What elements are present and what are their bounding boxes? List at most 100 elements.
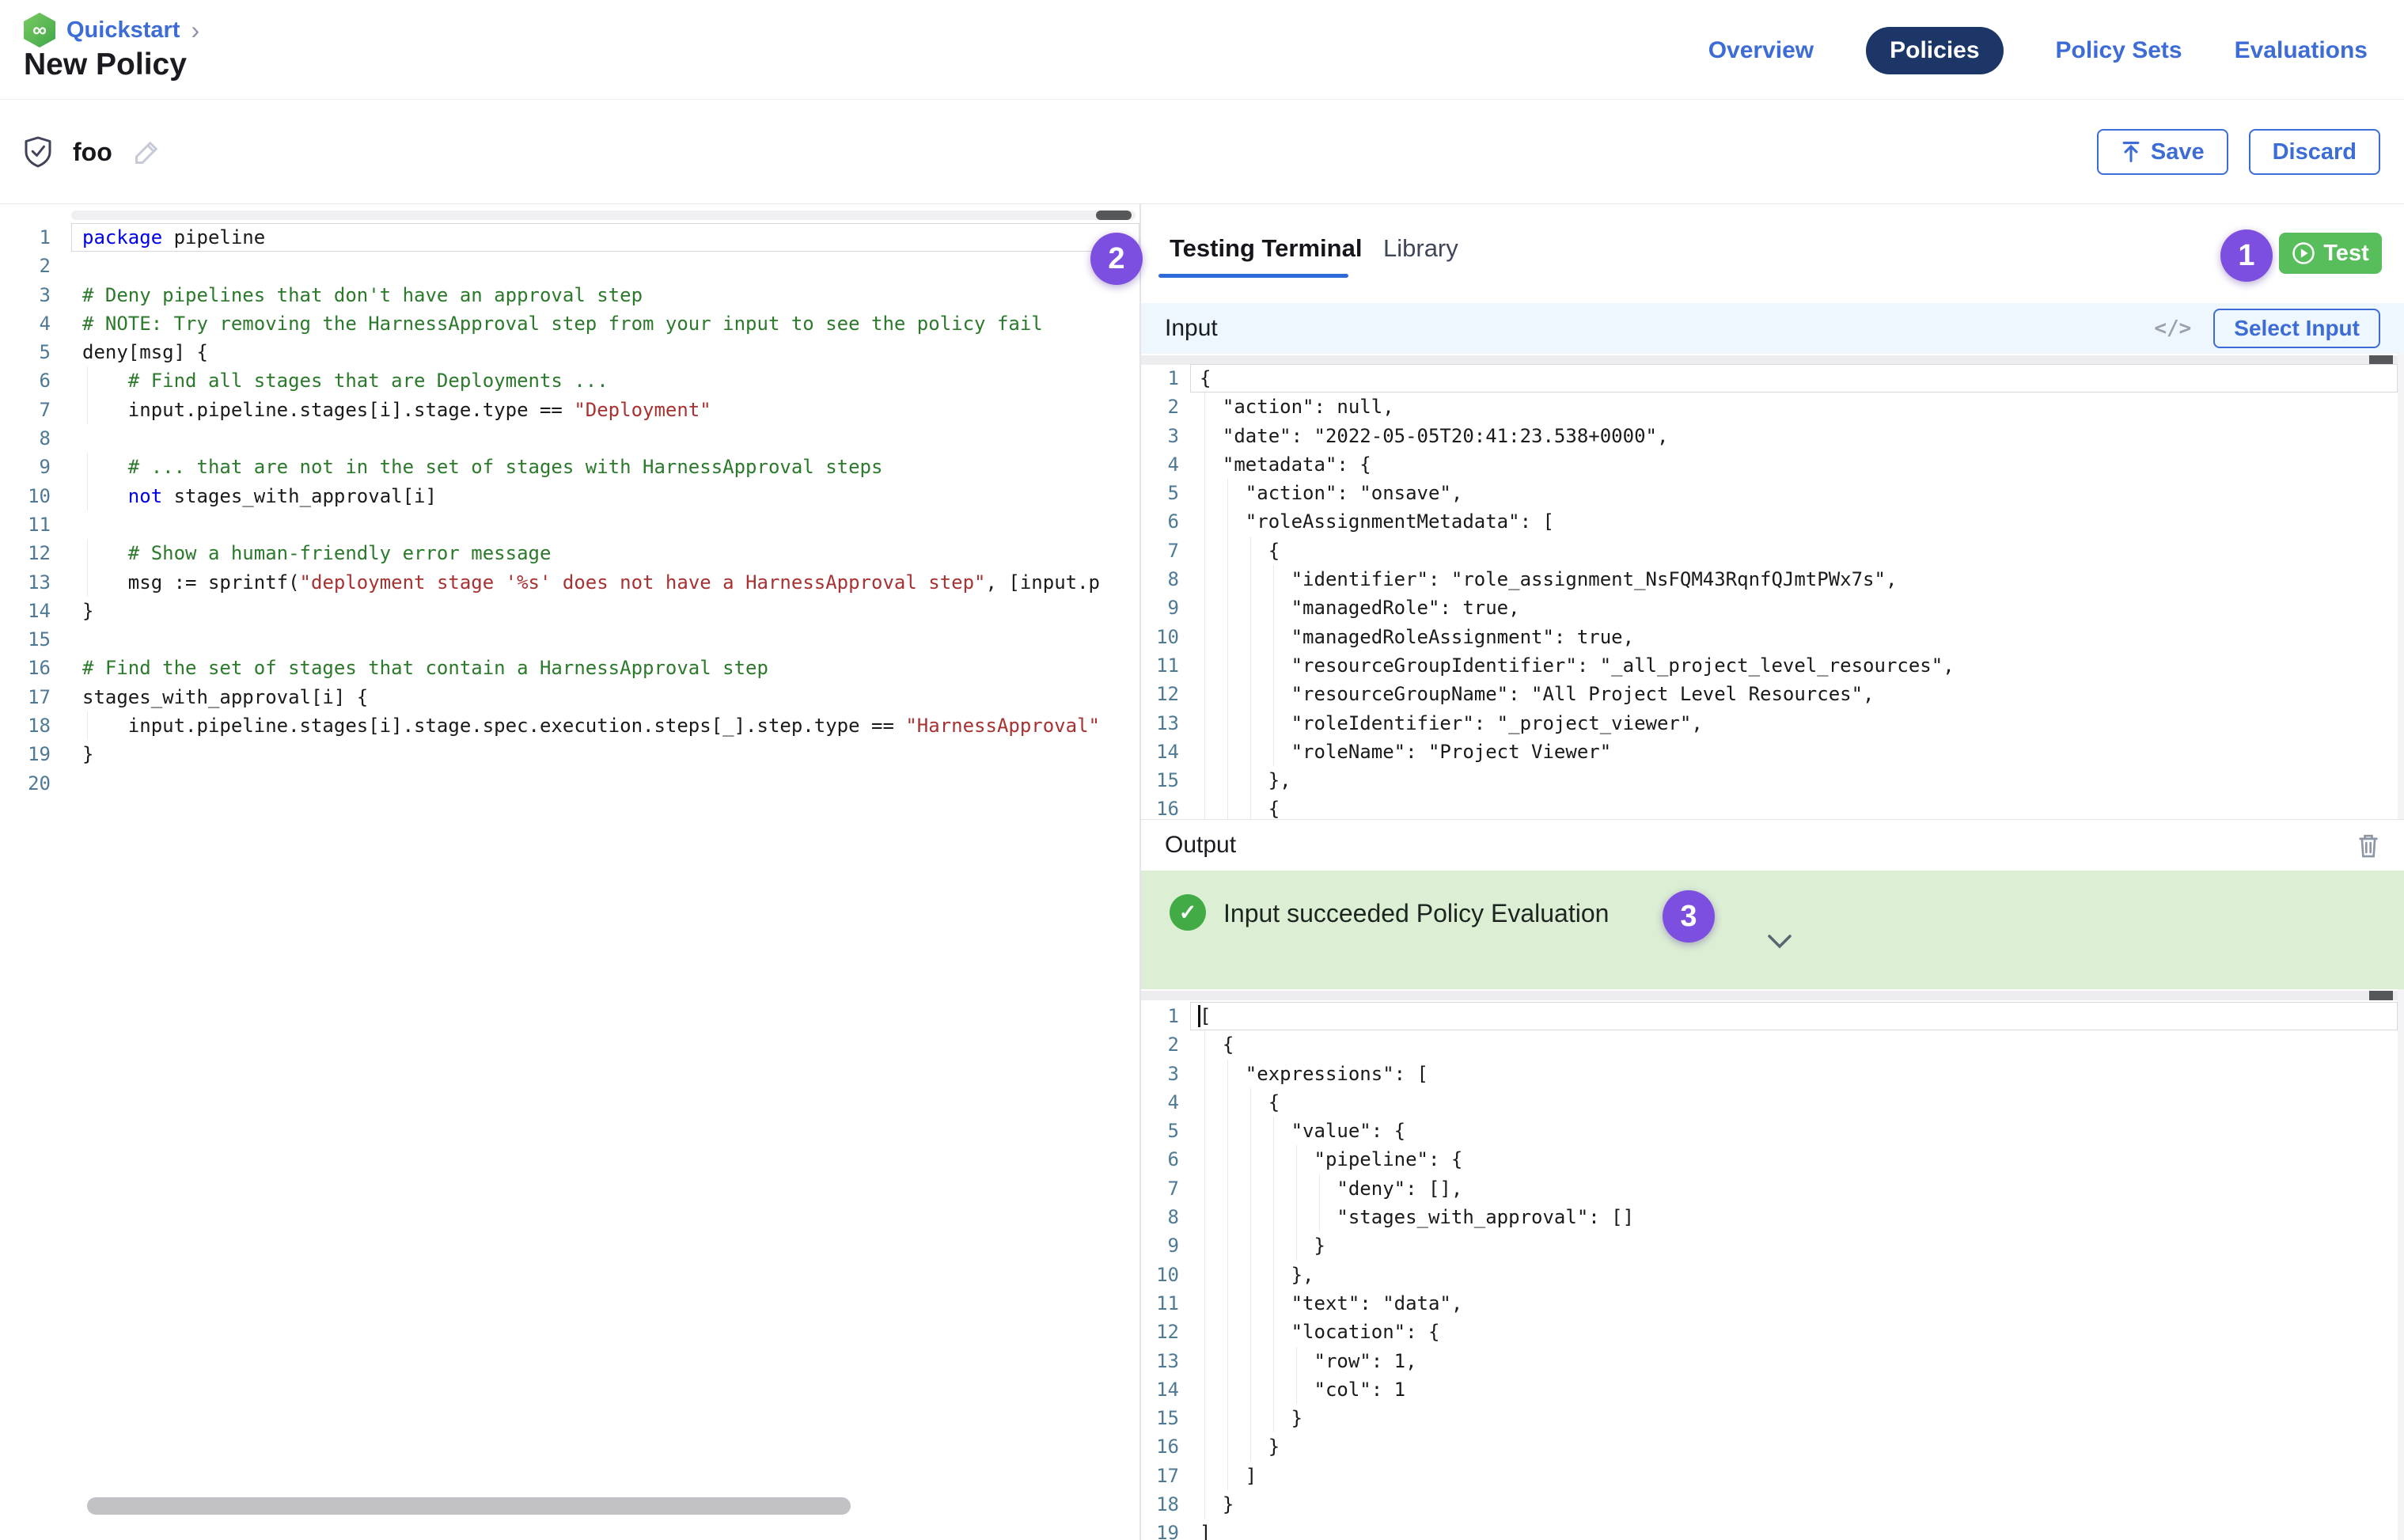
- code-text: # Show a human-friendly error message: [71, 539, 1139, 567]
- select-input-button[interactable]: Select Input: [2213, 309, 2380, 348]
- line-number: 20: [0, 769, 71, 798]
- code-text: }: [71, 740, 1139, 768]
- code-line: 13 "row": 1,: [1141, 1347, 2398, 1375]
- code-text: {: [1190, 537, 2398, 565]
- line-number: 1: [0, 223, 71, 252]
- nav-tab-evaluations[interactable]: Evaluations: [2235, 37, 2368, 64]
- line-number: 7: [1141, 537, 1190, 565]
- policy-code-editor[interactable]: 1package pipeline23# Deny pipelines that…: [0, 204, 1139, 1540]
- code-line: 6 # Find all stages that are Deployments…: [0, 366, 1139, 395]
- line-number: 10: [1141, 1261, 1190, 1289]
- breadcrumb-project-link[interactable]: Quickstart: [66, 17, 180, 44]
- code-line: 15: [0, 625, 1139, 654]
- code-line: 14 "col": 1: [1141, 1375, 2398, 1404]
- page-title: New Policy: [24, 47, 187, 82]
- line-number: 1: [1141, 1002, 1190, 1030]
- line-number: 11: [0, 510, 71, 539]
- code-line: 13 "roleIdentifier": "_project_viewer",: [1141, 709, 2398, 738]
- code-text: msg := sprintf("deployment stage '%s' do…: [71, 568, 1139, 597]
- line-number: 14: [1141, 1375, 1190, 1404]
- code-line: 3 "date": "2022-05-05T20:41:23.538+0000"…: [1141, 422, 2398, 450]
- code-text: input.pipeline.stages[i].stage.type == "…: [71, 396, 1139, 424]
- code-text: "col": 1: [1190, 1375, 2398, 1404]
- code-line: 6 "pipeline": {: [1141, 1145, 2398, 1174]
- output-section-header: Output: [1141, 819, 2404, 871]
- code-text: "action": null,: [1190, 393, 2398, 421]
- input-editor-vscroll[interactable]: [2398, 354, 2404, 819]
- line-number: 8: [1141, 565, 1190, 594]
- input-json-editor[interactable]: 1{2 "action": null,3 "date": "2022-05-05…: [1141, 354, 2404, 819]
- line-number: 18: [0, 711, 71, 740]
- line-number: 9: [1141, 1231, 1190, 1260]
- line-number: 4: [1141, 450, 1190, 479]
- line-number: 14: [0, 597, 71, 625]
- line-number: 2: [0, 252, 71, 280]
- breadcrumb-chevron-icon: ›: [191, 17, 199, 43]
- code-text: "row": 1,: [1190, 1347, 2398, 1375]
- edit-name-icon[interactable]: [133, 138, 161, 166]
- line-number: 3: [0, 281, 71, 309]
- code-text: "roleName": "Project Viewer": [1190, 738, 2398, 766]
- code-line: 15 }: [1141, 1404, 2398, 1432]
- line-number: 13: [1141, 1347, 1190, 1375]
- nav-tab-policy-sets[interactable]: Policy Sets: [2056, 37, 2182, 64]
- code-text: },: [1190, 1261, 2398, 1289]
- line-number: 10: [1141, 623, 1190, 651]
- discard-button[interactable]: Discard: [2249, 129, 2380, 175]
- code-line: 12 # Show a human-friendly error message: [0, 539, 1139, 567]
- nav-tab-overview[interactable]: Overview: [1708, 37, 1814, 64]
- line-number: 19: [1141, 1519, 1190, 1540]
- code-line: 14}: [0, 597, 1139, 625]
- editor-bottom-scrollbar[interactable]: [87, 1497, 851, 1515]
- code-line: 9 }: [1141, 1231, 2398, 1260]
- upload-icon: [2121, 141, 2141, 163]
- code-text: }: [71, 597, 1139, 625]
- output-editor-vscroll[interactable]: [2398, 989, 2404, 1540]
- code-text: "resourceGroupIdentifier": "_all_project…: [1190, 651, 2398, 680]
- output-title: Output: [1165, 832, 1236, 859]
- code-text: input.pipeline.stages[i].stage.spec.exec…: [71, 711, 1139, 740]
- code-text: "value": {: [1190, 1117, 2398, 1145]
- line-number: 4: [1141, 1088, 1190, 1117]
- code-line: 12 "location": {: [1141, 1318, 2398, 1346]
- code-text: [71, 424, 1139, 453]
- line-number: 8: [1141, 1203, 1190, 1231]
- line-number: 16: [0, 654, 71, 682]
- policy-name: foo: [73, 138, 112, 167]
- code-text: stages_with_approval[i] {: [71, 683, 1139, 711]
- clear-output-icon[interactable]: [2357, 832, 2380, 859]
- code-view-icon[interactable]: </>: [2154, 317, 2191, 340]
- line-number: 16: [1141, 795, 1190, 819]
- page-header: ∞ Quickstart › New Policy Overview Polic…: [0, 0, 2404, 100]
- code-line: 2 "action": null,: [1141, 393, 2398, 421]
- code-line: 8 "identifier": "role_assignment_NsFQM43…: [1141, 565, 2398, 594]
- editor-top-scrollbar[interactable]: [71, 211, 1136, 220]
- code-line: 1[: [1141, 1002, 2398, 1030]
- code-line: 19]: [1141, 1519, 2398, 1540]
- output-json-editor[interactable]: 1[2 {3 "expressions": [4 {5 "value": {6 …: [1141, 989, 2404, 1540]
- code-line: 4 {: [1141, 1088, 2398, 1117]
- nav-tab-policies[interactable]: Policies: [1866, 27, 2003, 74]
- code-line: 7 "deny": [],: [1141, 1174, 2398, 1203]
- code-text: [71, 252, 1139, 280]
- test-button[interactable]: Test: [2279, 233, 2382, 274]
- code-line: 4 "metadata": {: [1141, 450, 2398, 479]
- line-number: 4: [0, 309, 71, 338]
- code-line: 17stages_with_approval[i] {: [0, 683, 1139, 711]
- output-editor-scrollbar[interactable]: [1141, 991, 2398, 1000]
- line-number: 3: [1141, 422, 1190, 450]
- code-text: ]: [1190, 1462, 2398, 1490]
- save-button[interactable]: Save: [2097, 129, 2228, 175]
- code-text: "managedRoleAssignment": true,: [1190, 623, 2398, 651]
- tab-testing-terminal[interactable]: Testing Terminal: [1170, 234, 1362, 263]
- breadcrumb[interactable]: ∞ Quickstart ›: [24, 13, 199, 47]
- line-number: 2: [1141, 1030, 1190, 1059]
- code-text: [: [1190, 1002, 2398, 1030]
- chevron-down-icon[interactable]: [1766, 934, 1793, 950]
- line-number: 3: [1141, 1060, 1190, 1088]
- code-text: {: [1190, 364, 2398, 393]
- tab-library[interactable]: Library: [1383, 234, 1458, 263]
- policy-toolbar: foo Save Discard: [0, 101, 2404, 204]
- code-line: 8: [0, 424, 1139, 453]
- line-number: 6: [1141, 1145, 1190, 1174]
